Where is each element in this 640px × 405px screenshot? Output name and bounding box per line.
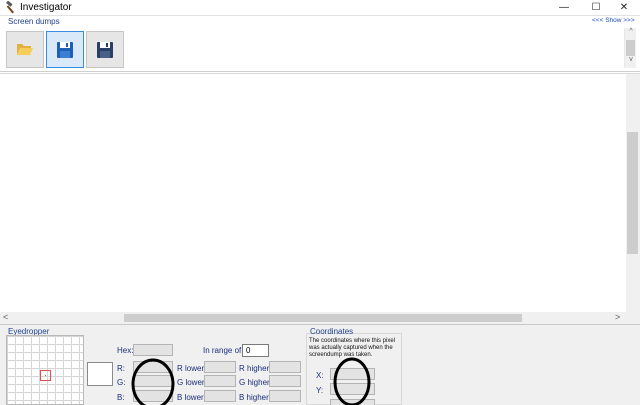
- b-lower-label: B lower:: [177, 393, 206, 402]
- r-label: R:: [117, 364, 125, 373]
- x-label: X:: [316, 371, 324, 380]
- hex-field: [133, 344, 173, 356]
- folder-open-icon: [17, 44, 33, 55]
- open-button[interactable]: [6, 31, 44, 68]
- viewer-horizontal-scrollbar-thumb[interactable]: [124, 314, 522, 322]
- in-range-label: In range of:: [203, 346, 244, 355]
- in-range-input[interactable]: 0: [242, 344, 269, 357]
- scroll-left-arrow-icon[interactable]: <: [3, 312, 8, 322]
- b-higher-label: B higher:: [239, 393, 272, 402]
- show-toggle-link[interactable]: <<< Show >>>: [592, 17, 635, 24]
- screen-dump-viewer[interactable]: [0, 73, 640, 324]
- coordinates-label: Coordinates: [310, 327, 354, 336]
- scrollbar-corner: [626, 312, 640, 324]
- r-lower-label: R lower:: [177, 364, 207, 373]
- save-as-button[interactable]: [86, 31, 124, 68]
- minimize-button[interactable]: —: [548, 0, 580, 16]
- b-field: [133, 390, 173, 402]
- g-higher-field: [269, 375, 301, 387]
- window-title: Investigator: [20, 2, 72, 13]
- coordinates-extra-field: [330, 399, 375, 405]
- b-label: B:: [117, 393, 125, 402]
- title-bar: [0, 0, 640, 16]
- scroll-down-arrow-icon[interactable]: v: [626, 56, 636, 63]
- g-higher-label: G higher:: [239, 378, 272, 387]
- b-higher-field: [269, 390, 301, 402]
- save-icon: [57, 42, 73, 58]
- hex-label: Hex:: [117, 346, 134, 355]
- scroll-right-arrow-icon[interactable]: >: [615, 312, 620, 322]
- investigator-app-icon: [4, 0, 18, 15]
- viewer-vertical-scrollbar-thumb[interactable]: [627, 132, 638, 254]
- g-lower-label: G lower:: [177, 378, 207, 387]
- g-label: G:: [117, 378, 126, 387]
- pixel-marker-dot: [45, 375, 46, 376]
- toolbar-scrollbar-thumb[interactable]: [626, 40, 635, 56]
- b-lower-field: [204, 390, 236, 402]
- r-higher-field: [269, 361, 301, 373]
- scroll-up-arrow-icon[interactable]: ^: [626, 28, 636, 35]
- y-field: [330, 383, 375, 395]
- color-swatch: [87, 362, 113, 386]
- x-field: [330, 368, 375, 380]
- r-higher-label: R higher:: [239, 364, 272, 373]
- screen-dumps-label: Screen dumps: [8, 17, 60, 26]
- save-as-icon: [97, 42, 113, 58]
- y-label: Y:: [316, 386, 324, 395]
- g-lower-field: [204, 375, 236, 387]
- save-button[interactable]: [46, 31, 84, 68]
- coordinates-description: The coordinates where this pixel was act…: [309, 338, 396, 358]
- g-field: [133, 375, 173, 387]
- r-field: [133, 361, 173, 373]
- close-button[interactable]: ✕: [608, 0, 640, 16]
- r-lower-field: [204, 361, 236, 373]
